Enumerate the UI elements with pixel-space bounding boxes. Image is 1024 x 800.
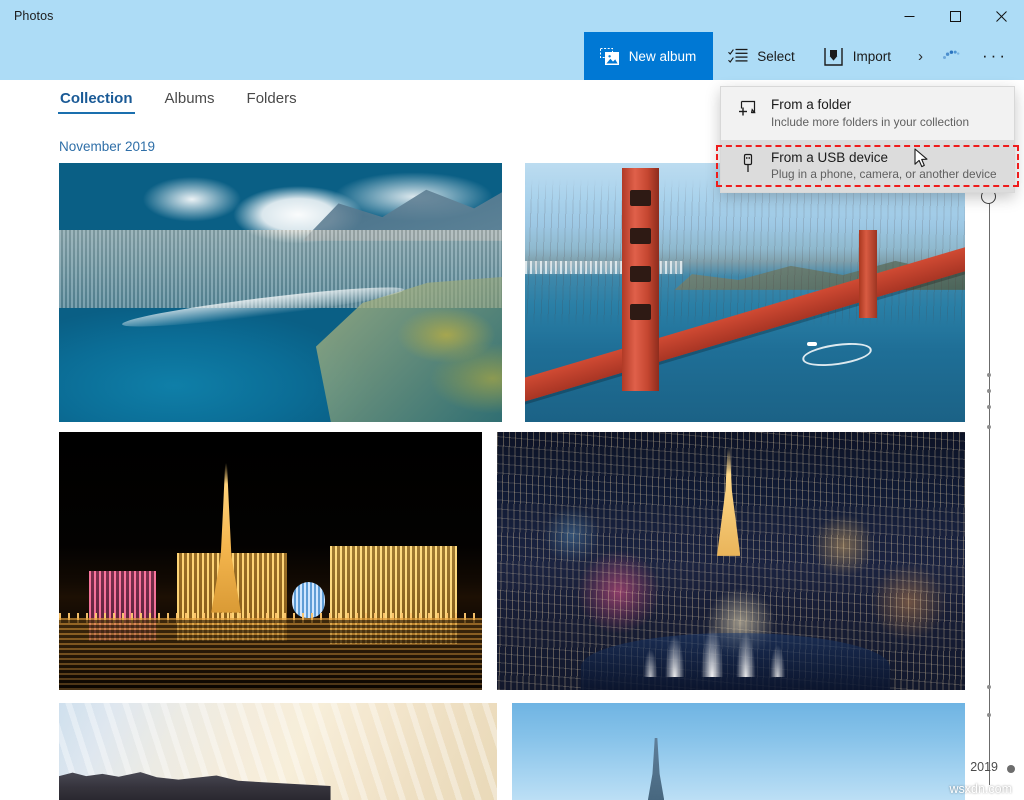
site-watermark: wsxdn.com xyxy=(949,782,1012,796)
menu-item-text: From a USB device Plug in a phone, camer… xyxy=(771,150,997,183)
timeline-marker[interactable] xyxy=(987,685,991,689)
new-album-label: New album xyxy=(628,48,697,64)
photo-detail-fountains xyxy=(628,589,816,678)
view-tabs: Collection Albums Folders xyxy=(58,88,299,114)
photo-image xyxy=(59,703,497,800)
close-button[interactable] xyxy=(978,0,1024,32)
timeline-year-label: 2019 xyxy=(970,760,998,774)
timeline-track xyxy=(989,195,990,785)
tab-folders-label: Folders xyxy=(246,90,297,107)
tab-collection-label: Collection xyxy=(60,90,133,107)
menu-item-subtitle: Plug in a phone, camera, or another devi… xyxy=(771,167,997,182)
window-controls xyxy=(886,0,1024,32)
import-flyout-menu: From a folder Include more folders in yo… xyxy=(720,86,1015,194)
chevron-right-icon: › xyxy=(918,47,924,65)
menu-item-from-a-usb-device[interactable]: From a USB device Plug in a phone, camer… xyxy=(721,139,1014,193)
tab-folders[interactable]: Folders xyxy=(245,88,299,114)
date-group-header: November 2019 xyxy=(59,139,156,154)
import-button[interactable]: Import xyxy=(809,32,905,80)
maximize-button[interactable] xyxy=(932,0,978,32)
tab-collection[interactable]: Collection xyxy=(58,88,135,114)
timeline-marker[interactable] xyxy=(987,405,991,409)
photo-thumbnail-aerial-coastline-honolulu[interactable] xyxy=(59,163,502,422)
new-album-icon xyxy=(599,46,620,67)
photo-detail-cables xyxy=(525,163,965,422)
photo-detail-eiffel-tower xyxy=(647,737,665,800)
timeline-scrollbar[interactable] xyxy=(978,185,1002,785)
menu-item-title: From a USB device xyxy=(771,149,889,165)
folder-add-icon xyxy=(737,97,759,119)
select-icon xyxy=(727,46,748,67)
minimize-button[interactable] xyxy=(886,0,932,32)
photo-detail-south-tower xyxy=(621,168,660,391)
app-title: Photos xyxy=(14,9,54,23)
photo-detail-north-tower xyxy=(859,230,877,319)
usb-device-icon xyxy=(737,150,759,174)
photo-image xyxy=(497,432,965,690)
import-label: Import xyxy=(852,48,892,64)
timeline-marker[interactable] xyxy=(987,713,991,717)
photo-detail-water-reflection xyxy=(59,617,482,690)
photos-app-window: Photos New album Select Import › ··· Col… xyxy=(0,0,1024,800)
menu-item-subtitle: Include more folders in your collection xyxy=(771,114,970,129)
photo-image xyxy=(525,163,965,422)
photo-thumbnail-las-vegas-paris-night[interactable] xyxy=(59,432,482,690)
timeline-year-marker[interactable] xyxy=(1007,765,1015,773)
menu-item-from-a-folder[interactable]: From a folder Include more folders in yo… xyxy=(721,87,1014,140)
select-button[interactable]: Select xyxy=(713,32,809,80)
command-bar: New album Select Import › ··· xyxy=(583,32,1024,80)
sync-status xyxy=(936,32,966,80)
photo-thumbnail-golden-gate-bridge[interactable] xyxy=(525,163,965,422)
photo-image xyxy=(59,432,482,690)
menu-item-title: From a folder xyxy=(771,97,852,112)
photo-thumbnail-las-vegas-strip-aerial[interactable] xyxy=(497,432,965,690)
timeline-marker[interactable] xyxy=(987,389,991,393)
photo-thumbnail-paris-cathedral-clouds[interactable] xyxy=(59,703,497,800)
photo-image xyxy=(59,163,502,422)
loading-spinner-icon xyxy=(940,46,962,67)
overflow-chevron-button[interactable]: › xyxy=(905,32,936,80)
select-label: Select xyxy=(757,48,795,64)
import-icon xyxy=(823,46,844,67)
tab-albums[interactable]: Albums xyxy=(163,88,217,114)
menu-item-text: From a folder Include more folders in yo… xyxy=(771,97,969,130)
photo-thumbnail-eiffel-tower-blue-sky[interactable] xyxy=(512,703,965,800)
more-ellipsis-icon: ··· xyxy=(982,45,1008,65)
photo-image xyxy=(512,703,965,800)
timeline-marker[interactable] xyxy=(987,373,991,377)
mouse-cursor xyxy=(914,148,930,175)
timeline-marker[interactable] xyxy=(987,425,991,429)
title-bar: Photos New album Select Import › ··· xyxy=(0,0,1024,80)
photo-detail-eiffel-replica xyxy=(211,462,241,613)
new-album-button[interactable]: New album xyxy=(583,32,714,80)
more-options-button[interactable]: ··· xyxy=(966,32,1024,80)
tab-albums-label: Albums xyxy=(164,90,215,107)
photo-detail-boat xyxy=(806,341,817,346)
